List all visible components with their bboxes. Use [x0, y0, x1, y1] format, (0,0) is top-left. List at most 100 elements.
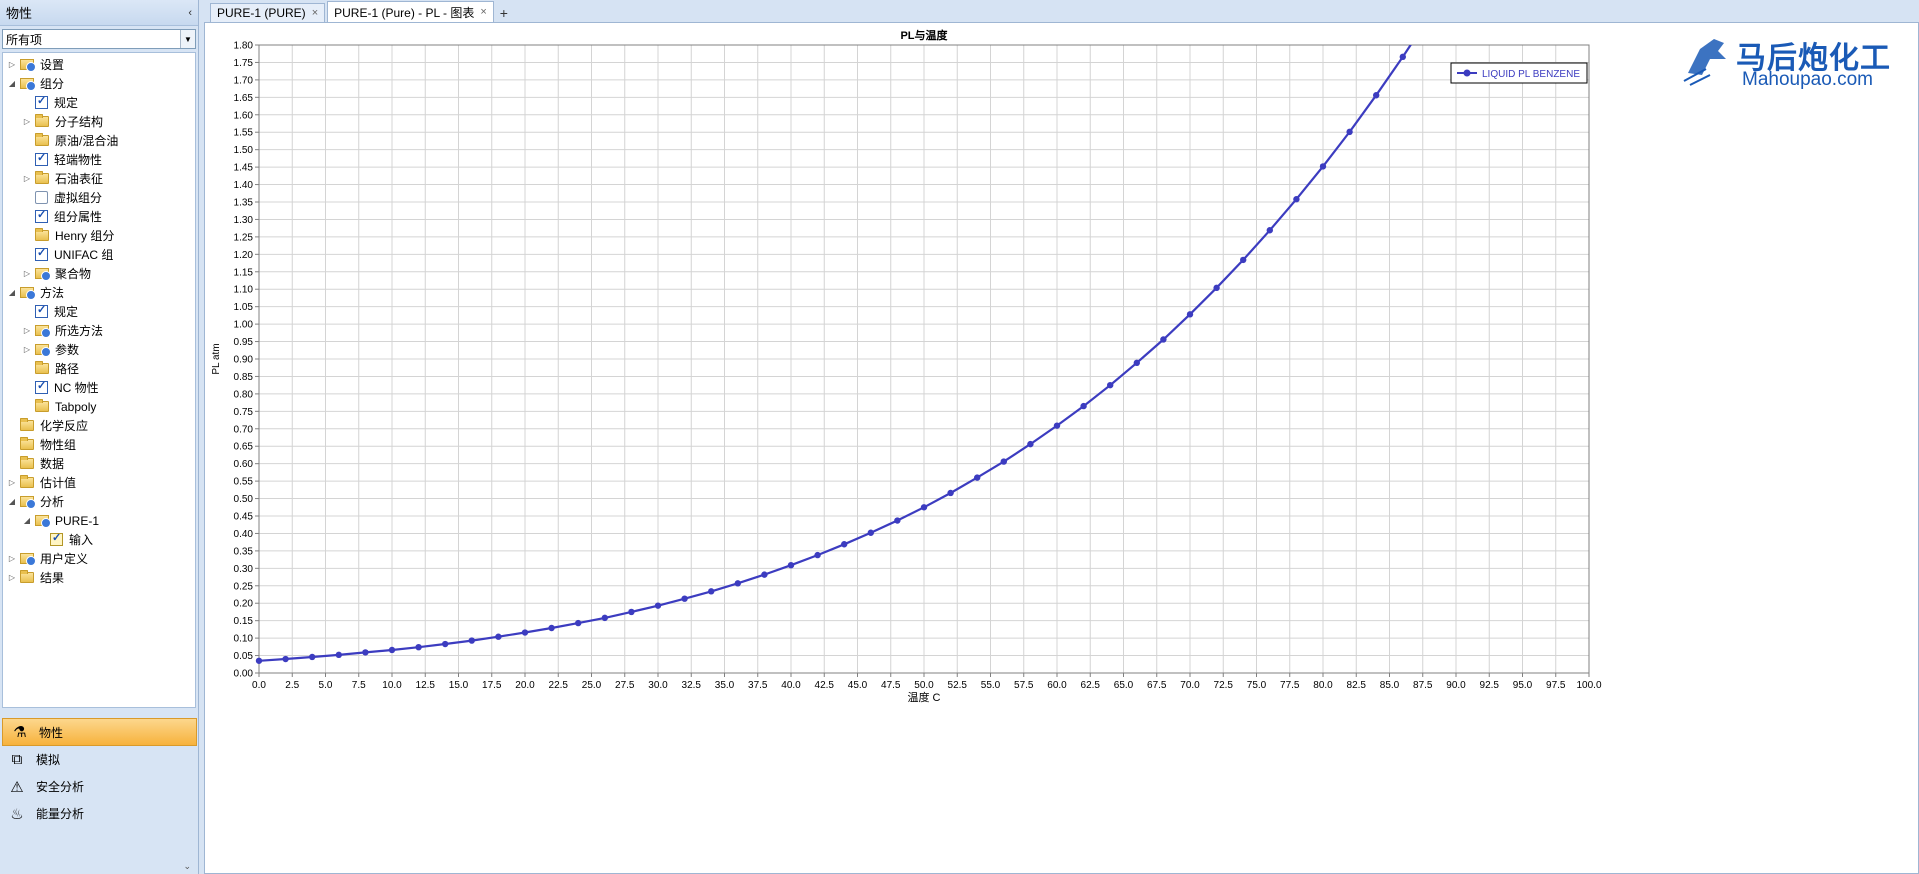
tree-node[interactable]: ▷ 设置: [3, 55, 195, 74]
tree-node[interactable]: ◢ 方法: [3, 283, 195, 302]
dropdown-arrow-icon[interactable]: ▼: [180, 30, 195, 48]
tree-node[interactable]: ▷ 结果: [3, 568, 195, 587]
data-point: [255, 657, 263, 664]
expander-icon[interactable]: ▷: [22, 345, 32, 354]
checked-form-icon: [35, 208, 48, 223]
y-tick-label: 0.05: [234, 651, 254, 662]
folder-icon: [35, 133, 49, 146]
tree-node[interactable]: Henry 组分: [3, 226, 195, 245]
tree-node[interactable]: NC 物性: [3, 378, 195, 397]
tree-node[interactable]: 数据: [3, 454, 195, 473]
expander-icon[interactable]: ▷: [22, 269, 32, 278]
expander-icon[interactable]: ▷: [22, 326, 32, 335]
expander-icon[interactable]: ▷: [22, 174, 32, 183]
tree-node[interactable]: 规定: [3, 302, 195, 321]
checked-form-icon: [35, 379, 48, 394]
folder-status-icon: [20, 553, 36, 566]
x-tick-label: 40.0: [781, 680, 801, 691]
expander-icon[interactable]: ◢: [7, 79, 17, 88]
tree-node[interactable]: ▷ 所选方法: [3, 321, 195, 340]
x-tick-label: 77.5: [1280, 680, 1300, 691]
x-tick-label: 95.0: [1513, 680, 1533, 691]
more-buttons-icon[interactable]: ⌄: [183, 861, 191, 872]
add-tab-button[interactable]: +: [496, 3, 512, 22]
expander-icon[interactable]: ◢: [22, 516, 32, 525]
x-tick-label: 75.0: [1247, 680, 1267, 691]
nav-button[interactable]: ♨ 能量分析: [0, 800, 199, 827]
document-tab[interactable]: PURE-1 (Pure) - PL - 图表 ×: [327, 1, 494, 22]
tree-node[interactable]: 组分属性: [3, 207, 195, 226]
tree-node[interactable]: ▷ 聚合物: [3, 264, 195, 283]
tree-node[interactable]: ▷ 分子结构: [3, 112, 195, 131]
nav-button[interactable]: ⧉ 模拟: [0, 746, 199, 773]
chart-title: PL与温度: [900, 28, 948, 42]
tree-node-label: PURE-1: [55, 513, 100, 528]
x-tick-label: 97.5: [1546, 680, 1566, 691]
tree-node[interactable]: 虚拟组分: [3, 188, 195, 207]
tree-node[interactable]: 化学反应: [3, 416, 195, 435]
y-tick-label: 0.25: [234, 581, 254, 592]
tree-node[interactable]: ◢ PURE-1: [3, 511, 195, 530]
tree-node-label: 石油表征: [55, 172, 104, 186]
tree-node[interactable]: 规定: [3, 93, 195, 112]
y-tick-label: 0.75: [234, 407, 254, 418]
x-tick-label: 52.5: [948, 680, 968, 691]
data-point: [1186, 311, 1194, 318]
data-point: [309, 653, 316, 661]
x-tick-label: 10.0: [382, 680, 402, 691]
tree-node[interactable]: 路径: [3, 359, 195, 378]
tree-node[interactable]: 物性组: [3, 435, 195, 454]
tree-node[interactable]: ▷ 参数: [3, 340, 195, 359]
input-form-icon: [50, 531, 63, 546]
nav-header: 物性 ‹: [0, 0, 198, 26]
x-tick-label: 35.0: [715, 680, 735, 691]
nav-button[interactable]: ⚗ 物性: [2, 718, 197, 746]
tree-node[interactable]: Tabpoly: [3, 397, 195, 416]
expander-icon[interactable]: ▷: [7, 573, 17, 582]
tree-node[interactable]: ◢ 组分: [3, 74, 195, 93]
tree-node[interactable]: ▷ 用户定义: [3, 549, 195, 568]
expander-icon[interactable]: ▷: [7, 478, 17, 487]
x-tick-label: 7.5: [352, 680, 366, 691]
tree-node[interactable]: ▷ 估计值: [3, 473, 195, 492]
tree-node-label: 结果: [40, 571, 65, 585]
x-tick-label: 80.0: [1313, 680, 1333, 691]
tree-node[interactable]: 输入: [3, 530, 195, 549]
tree-node[interactable]: 原油/混合油: [3, 131, 195, 150]
x-tick-label: 100.0: [1576, 680, 1601, 691]
y-tick-label: 0.45: [234, 512, 254, 523]
navigation-tree: ▷ 设置 ◢ 组分规定 ▷ 分子结构原油/混合油轻端物性 ▷ 石油表征虚拟组分组分属性 Henr…: [2, 52, 196, 708]
data-point: [761, 571, 768, 578]
tree-node[interactable]: 轻端物性: [3, 150, 195, 169]
x-tick-label: 32.5: [682, 680, 702, 691]
x-tick-label: 62.5: [1081, 680, 1101, 691]
tree-node[interactable]: UNIFAC 组: [3, 245, 195, 264]
tree-node[interactable]: ◢ 分析: [3, 492, 195, 511]
collapse-pane-icon[interactable]: ‹: [188, 7, 192, 19]
data-point: [388, 646, 396, 654]
expander-icon[interactable]: ◢: [7, 497, 17, 506]
close-tab-icon[interactable]: ×: [312, 7, 318, 19]
expander-icon[interactable]: ▷: [7, 554, 17, 563]
checked-form-icon: [35, 303, 48, 318]
tree-node-label: 估计值: [40, 476, 77, 490]
x-tick-label: 65.0: [1114, 680, 1134, 691]
x-tick-label: 45.0: [848, 680, 868, 691]
data-point: [1293, 196, 1300, 203]
tree-node-label: 方法: [40, 286, 65, 300]
tree-node-label: 虚拟组分: [54, 191, 103, 205]
nav-button[interactable]: ⚠ 安全分析: [0, 773, 199, 800]
document-tab[interactable]: PURE-1 (PURE) ×: [210, 3, 326, 22]
folder-icon: [20, 418, 34, 431]
expander-icon[interactable]: ▷: [7, 60, 17, 69]
expander-icon[interactable]: ◢: [7, 288, 17, 297]
x-tick-label: 72.5: [1214, 680, 1234, 691]
data-point: [628, 608, 635, 616]
tree-filter-dropdown[interactable]: 所有项 ▼: [2, 29, 196, 49]
x-tick-label: 70.0: [1180, 680, 1200, 691]
expander-icon[interactable]: ▷: [22, 117, 32, 126]
tree-node[interactable]: ▷ 石油表征: [3, 169, 195, 188]
data-point: [468, 637, 475, 644]
nav-button-label: 能量分析: [36, 807, 85, 821]
close-tab-icon[interactable]: ×: [480, 6, 486, 18]
